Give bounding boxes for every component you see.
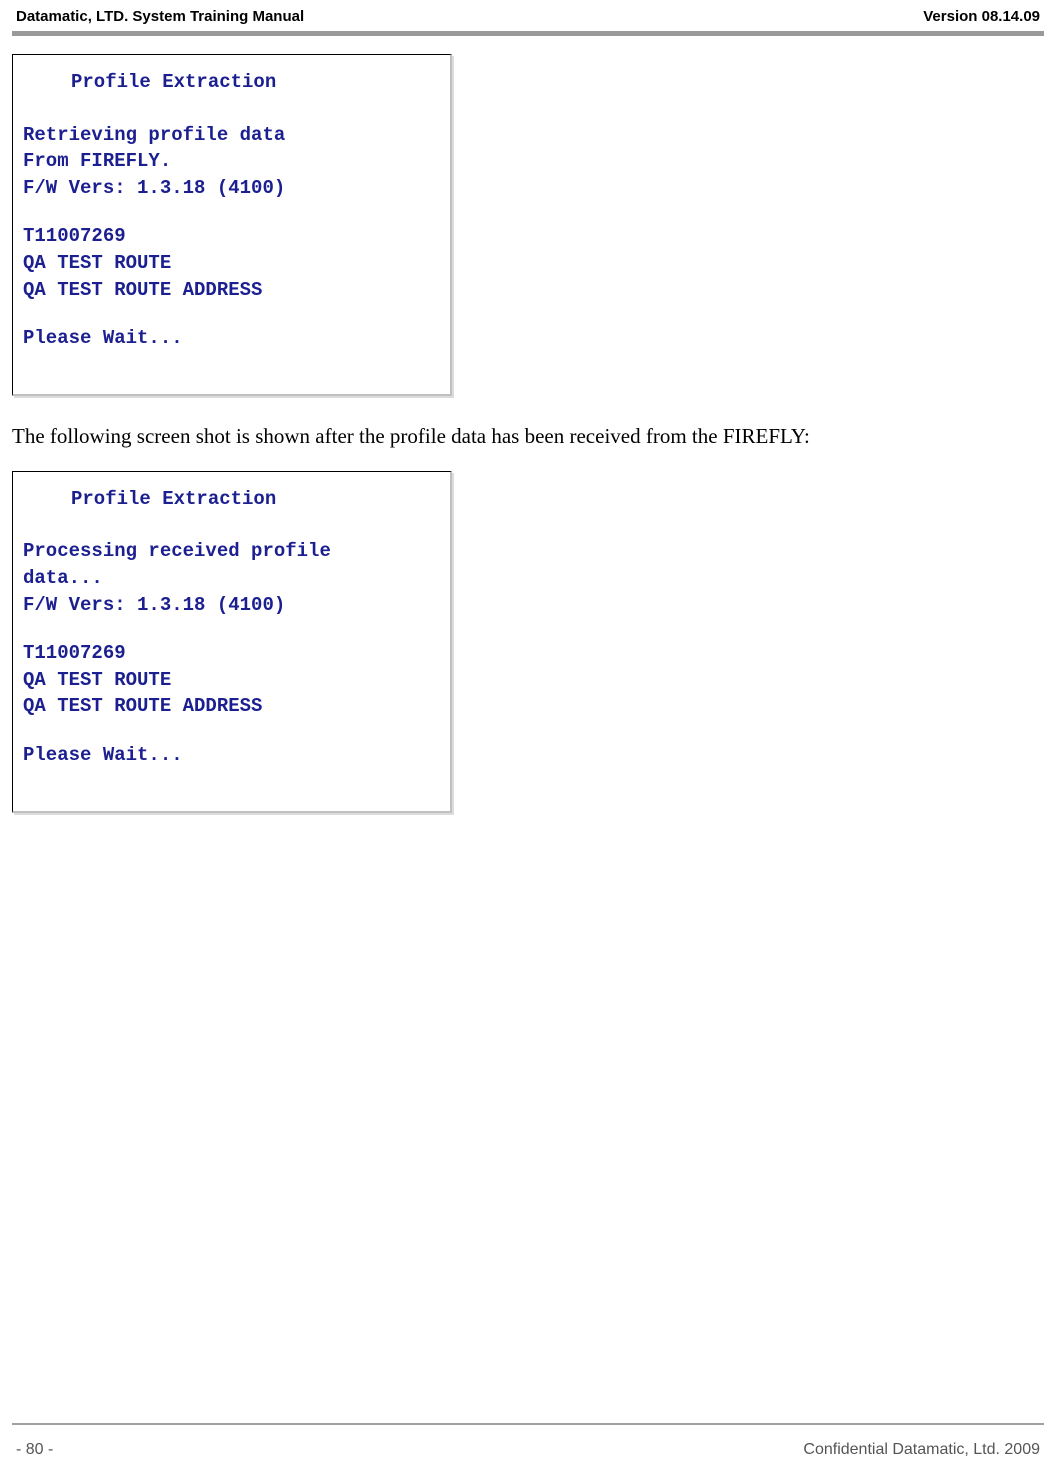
paragraph-1: The following screen shot is shown after…	[12, 424, 1044, 449]
blank-line	[23, 201, 440, 223]
screenshot1-title: Profile Extraction	[23, 69, 440, 96]
screenshot1-line: F/W Vers: 1.3.18 (4100)	[23, 175, 440, 202]
screenshot2-line: QA TEST ROUTE	[23, 667, 440, 694]
screenshot1-line: Retrieving profile data	[23, 122, 440, 149]
header-right-text: Version 08.14.09	[923, 8, 1040, 25]
profile-extraction-screenshot-2: Profile Extraction Processing received p…	[12, 471, 452, 813]
screenshot1-line: T11007269	[23, 223, 440, 250]
screenshot2-line: Please Wait...	[23, 742, 440, 769]
screenshot1-line: From FIREFLY.	[23, 148, 440, 175]
blank-line	[23, 720, 440, 742]
blank-line	[23, 618, 440, 640]
page-header: Datamatic, LTD. System Training Manual V…	[12, 8, 1044, 29]
page-footer: - 80 - Confidential Datamatic, Ltd. 2009	[12, 1441, 1044, 1459]
profile-extraction-screenshot-1: Profile Extraction Retrieving profile da…	[12, 54, 452, 396]
screenshot1-line: QA TEST ROUTE ADDRESS	[23, 277, 440, 304]
footer-divider	[12, 1423, 1044, 1425]
blank-line	[23, 303, 440, 325]
header-left-text: Datamatic, LTD. System Training Manual	[16, 8, 304, 25]
screenshot2-title: Profile Extraction	[23, 486, 440, 513]
content-area: Profile Extraction Retrieving profile da…	[12, 36, 1044, 813]
screenshot1-line: QA TEST ROUTE	[23, 250, 440, 277]
screenshot2-line: data...	[23, 565, 440, 592]
screenshot2-line: T11007269	[23, 640, 440, 667]
page-number: - 80 -	[16, 1441, 53, 1459]
screenshot2-line: Processing received profile	[23, 538, 440, 565]
screenshot2-line: QA TEST ROUTE ADDRESS	[23, 693, 440, 720]
screenshot1-line: Please Wait...	[23, 325, 440, 352]
footer-copyright: Confidential Datamatic, Ltd. 2009	[803, 1441, 1040, 1459]
screenshot2-line: F/W Vers: 1.3.18 (4100)	[23, 592, 440, 619]
